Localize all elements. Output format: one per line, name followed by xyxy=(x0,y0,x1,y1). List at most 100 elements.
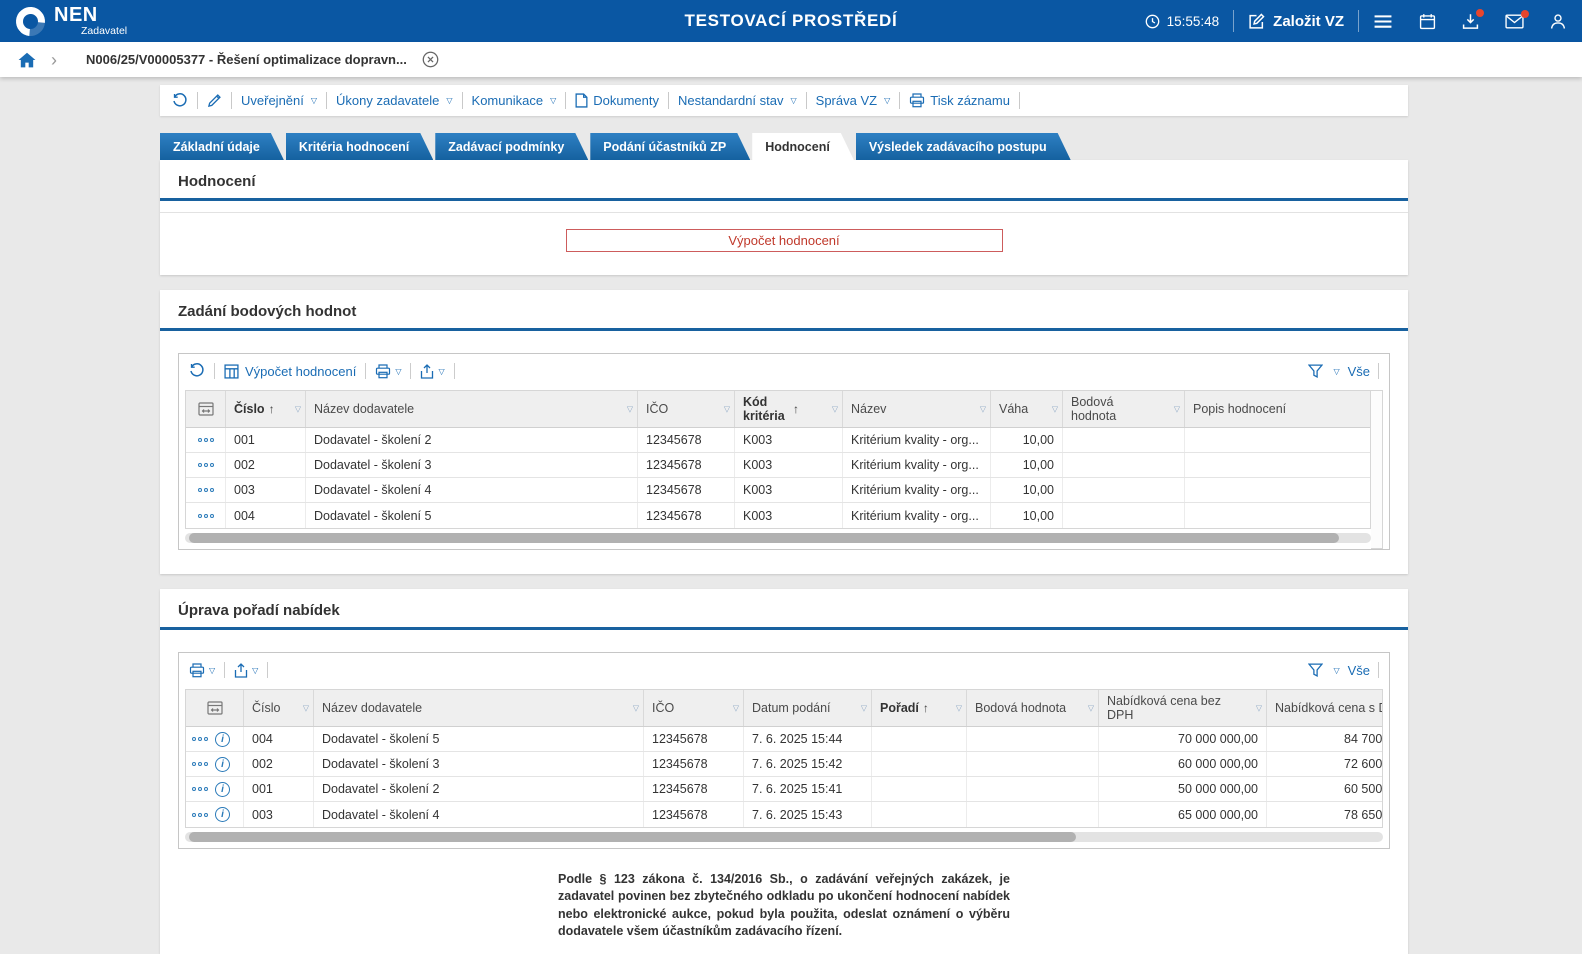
refresh-icon[interactable] xyxy=(189,363,205,379)
menu-ukony-zadavatele[interactable]: Úkony zadavatele▽ xyxy=(336,93,453,108)
scrollbar-thumb[interactable] xyxy=(189,832,1076,842)
calculate-evaluation-button[interactable]: Výpočet hodnocení xyxy=(566,229,1003,252)
v-scrollbar-strip[interactable] xyxy=(1371,390,1383,549)
table-row[interactable]: i 001 Dodavatel - školení 2 12345678 7. … xyxy=(186,777,1382,802)
col-header-cena-s-dph[interactable]: Nabídková cena s DPH xyxy=(1267,690,1383,726)
create-vz-button[interactable]: Založit VZ xyxy=(1248,13,1344,30)
filter-icon[interactable] xyxy=(1308,364,1323,378)
col-header-vaha[interactable]: Váha ▽ xyxy=(991,391,1063,427)
col-header-cena-bez-dph[interactable]: Nabídková cena bez DPH ▽ xyxy=(1099,690,1267,726)
filter-dropdown-icon[interactable]: ▽ xyxy=(1256,704,1262,713)
record-action-bar: Uveřejnění▽ Úkony zadavatele▽ Komunikace… xyxy=(160,85,1408,116)
filter-dropdown-icon[interactable]: ▽ xyxy=(633,704,639,713)
col-header-cislo[interactable]: Číslo ↑ ▽ xyxy=(226,391,306,427)
col-header-nazev-dodavatele[interactable]: Název dodavatele ▽ xyxy=(314,690,644,726)
print-icon[interactable]: ▽ xyxy=(189,663,215,678)
filter-dropdown-icon[interactable]: ▽ xyxy=(956,704,962,713)
col-header-kod-kriteria[interactable]: Kód kritéria ↑ ▽ xyxy=(735,391,843,427)
table-row[interactable]: 001 Dodavatel - školení 2 12345678 K003 … xyxy=(186,428,1370,453)
scrollbar-thumb[interactable] xyxy=(189,533,1339,543)
filter-icon[interactable] xyxy=(1308,663,1323,677)
table-row[interactable]: i 004 Dodavatel - školení 5 12345678 7. … xyxy=(186,727,1382,752)
menu-dokumenty[interactable]: Dokumenty xyxy=(575,93,659,108)
menu-uverejneni[interactable]: Uveřejnění▽ xyxy=(241,93,317,108)
home-icon[interactable] xyxy=(18,52,36,68)
filter-dropdown-icon[interactable]: ▽ xyxy=(1088,704,1094,713)
info-icon[interactable]: i xyxy=(215,782,230,797)
menu-icon[interactable] xyxy=(1373,14,1393,29)
row-menu-icon[interactable] xyxy=(192,787,208,791)
column-settings-header[interactable] xyxy=(186,391,226,427)
col-header-popis-hodnoceni[interactable]: Popis hodnocení xyxy=(1185,391,1370,427)
cell-kod: K003 xyxy=(735,478,843,502)
row-menu-icon[interactable] xyxy=(192,813,208,817)
col-header-poradi[interactable]: Pořadí ↑ ▽ xyxy=(872,690,967,726)
divider xyxy=(326,92,327,109)
ranking-table-zone: Číslo ▽ Název dodavatele ▽ IČO ▽ xyxy=(185,689,1383,848)
filter-dropdown-icon[interactable]: ▽ xyxy=(295,405,301,414)
filter-dropdown-icon[interactable]: ▽ xyxy=(627,405,633,414)
menu-komunikace[interactable]: Komunikace▽ xyxy=(472,93,557,108)
info-icon[interactable]: i xyxy=(215,757,230,772)
cell-cislo: 002 xyxy=(226,453,306,477)
col-header-datum-podani[interactable]: Datum podání ▽ xyxy=(744,690,872,726)
row-menu-icon[interactable] xyxy=(198,488,214,492)
tab-zakladni-udaje[interactable]: Základní údaje xyxy=(160,133,284,160)
col-header-nazev[interactable]: Název ▽ xyxy=(843,391,991,427)
row-menu-icon[interactable] xyxy=(198,514,214,518)
column-settings-header[interactable] xyxy=(186,690,244,726)
table-row[interactable]: 004 Dodavatel - školení 5 12345678 K003 … xyxy=(186,503,1370,528)
filter-dropdown-icon[interactable]: ▽ xyxy=(832,405,838,414)
menu-nestandardni-stav[interactable]: Nestandardní stav▽ xyxy=(678,93,797,108)
tab-hodnoceni[interactable]: Hodnocení xyxy=(752,133,854,160)
table-row[interactable]: i 003 Dodavatel - školení 4 12345678 7. … xyxy=(186,802,1382,827)
pencil-icon[interactable] xyxy=(207,93,222,108)
calendar-icon[interactable] xyxy=(1419,13,1436,30)
table-row[interactable]: 002 Dodavatel - školení 3 12345678 K003 … xyxy=(186,453,1370,478)
col-header-ico[interactable]: IČO ▽ xyxy=(638,391,735,427)
row-menu-icon[interactable] xyxy=(192,737,208,741)
view-all-link[interactable]: Vše xyxy=(1348,364,1370,379)
col-header-cislo[interactable]: Číslo ▽ xyxy=(244,690,314,726)
tab-podani-ucastniku[interactable]: Podání účastníků ZP xyxy=(590,133,750,160)
filter-dropdown-icon[interactable]: ▽ xyxy=(303,704,309,713)
col-header-ico[interactable]: IČO ▽ xyxy=(644,690,744,726)
calc-evaluation-link[interactable]: Výpočet hodnocení xyxy=(224,364,356,379)
table-row[interactable]: i 002 Dodavatel - školení 3 12345678 7. … xyxy=(186,752,1382,777)
filter-dropdown-icon[interactable]: ▽ xyxy=(1052,405,1058,414)
close-circle-icon[interactable] xyxy=(422,51,439,68)
col-header-nazev-dodavatele[interactable]: Název dodavatele ▽ xyxy=(306,391,638,427)
h-scrollbar[interactable] xyxy=(185,832,1383,842)
tab-kriteria-hodnoceni[interactable]: Kritéria hodnocení xyxy=(286,133,433,160)
row-menu-icon[interactable] xyxy=(198,463,214,467)
menu-tisk-zaznamu[interactable]: Tisk záznamu xyxy=(909,93,1010,108)
row-menu-icon[interactable] xyxy=(192,762,208,766)
filter-dropdown-icon[interactable]: ▽ xyxy=(861,704,867,713)
view-all-link[interactable]: Vše xyxy=(1348,663,1370,678)
nen-logo[interactable]: NEN Zadavatel xyxy=(16,5,127,37)
user-icon[interactable] xyxy=(1550,13,1566,30)
tab-vysledek[interactable]: Výsledek zadávacího postupu xyxy=(856,133,1071,160)
tab-zadavaci-podminky[interactable]: Zadávací podmínky xyxy=(435,133,588,160)
col-header-bodova-hodnota[interactable]: Bodová hodnota ▽ xyxy=(967,690,1099,726)
downloads-icon[interactable] xyxy=(1462,13,1479,30)
menu-sprava-vz[interactable]: Správa VZ▽ xyxy=(816,93,891,108)
cell-vaha: 10,00 xyxy=(991,478,1063,502)
info-icon[interactable]: i xyxy=(215,732,230,747)
cell-bodova xyxy=(967,777,1099,801)
table-row[interactable]: 003 Dodavatel - školení 4 12345678 K003 … xyxy=(186,478,1370,503)
undo-icon[interactable] xyxy=(172,93,188,109)
mail-icon[interactable] xyxy=(1505,14,1524,29)
filter-dropdown-icon[interactable]: ▽ xyxy=(1174,405,1180,414)
export-icon[interactable]: ▽ xyxy=(420,364,444,379)
col-header-bodova-hodnota[interactable]: Bodová hodnota ▽ xyxy=(1063,391,1185,427)
export-icon[interactable]: ▽ xyxy=(234,663,258,678)
filter-dropdown-icon[interactable]: ▽ xyxy=(733,704,739,713)
filter-dropdown-icon[interactable]: ▽ xyxy=(980,405,986,414)
row-menu-icon[interactable] xyxy=(198,438,214,442)
breadcrumb-record[interactable]: N006/25/V00005377 - Řešení optimalizace … xyxy=(86,52,407,67)
h-scrollbar[interactable] xyxy=(185,533,1371,543)
filter-dropdown-icon[interactable]: ▽ xyxy=(724,405,730,414)
info-icon[interactable]: i xyxy=(215,807,230,822)
print-icon[interactable]: ▽ xyxy=(375,364,401,379)
